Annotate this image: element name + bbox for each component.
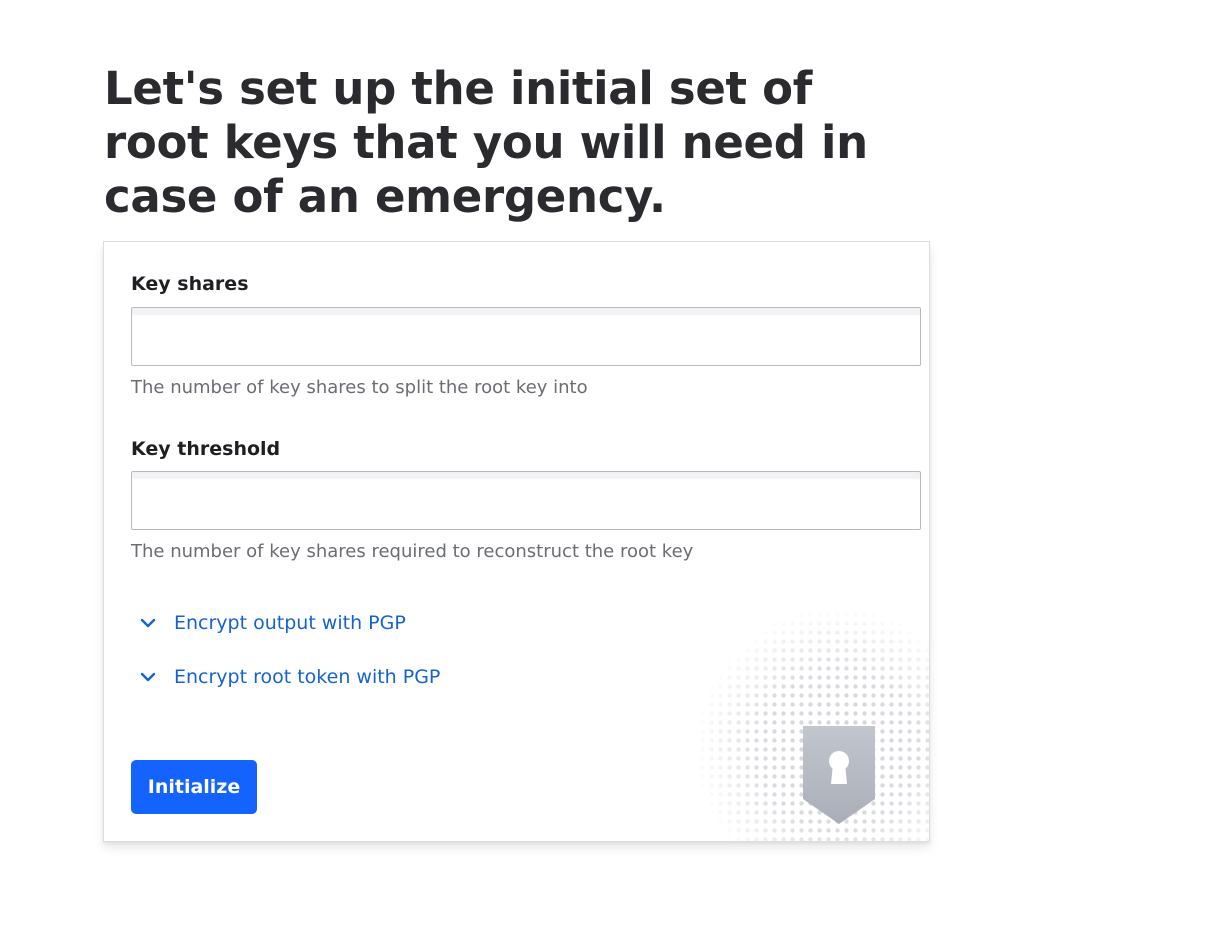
key-threshold-input[interactable] xyxy=(131,471,921,530)
toggle-encrypt-root-token-pgp[interactable]: Encrypt root token with PGP xyxy=(138,666,440,688)
shield-keyhole-decoration xyxy=(689,601,929,841)
toggle-encrypt-output-pgp[interactable]: Encrypt output with PGP xyxy=(138,612,406,634)
key-threshold-help: The number of key shares required to rec… xyxy=(131,541,694,562)
page-title: Let's set up the initial set of root key… xyxy=(104,62,868,223)
toggle-encrypt-output-label: Encrypt output with PGP xyxy=(174,612,406,634)
chevron-down-icon xyxy=(140,672,156,682)
page-header: Let's set up the initial set of root key… xyxy=(104,62,930,224)
initialize-button[interactable]: Initialize xyxy=(131,760,257,814)
chevron-down-icon xyxy=(140,618,156,628)
key-shares-help: The number of key shares to split the ro… xyxy=(131,377,588,398)
key-threshold-label: Key threshold xyxy=(131,438,281,460)
init-form-card: Key shares The number of key shares to s… xyxy=(103,241,930,842)
toggle-encrypt-root-token-label: Encrypt root token with PGP xyxy=(174,666,441,688)
key-shares-label: Key shares xyxy=(131,273,249,295)
key-shares-input[interactable] xyxy=(131,307,921,366)
